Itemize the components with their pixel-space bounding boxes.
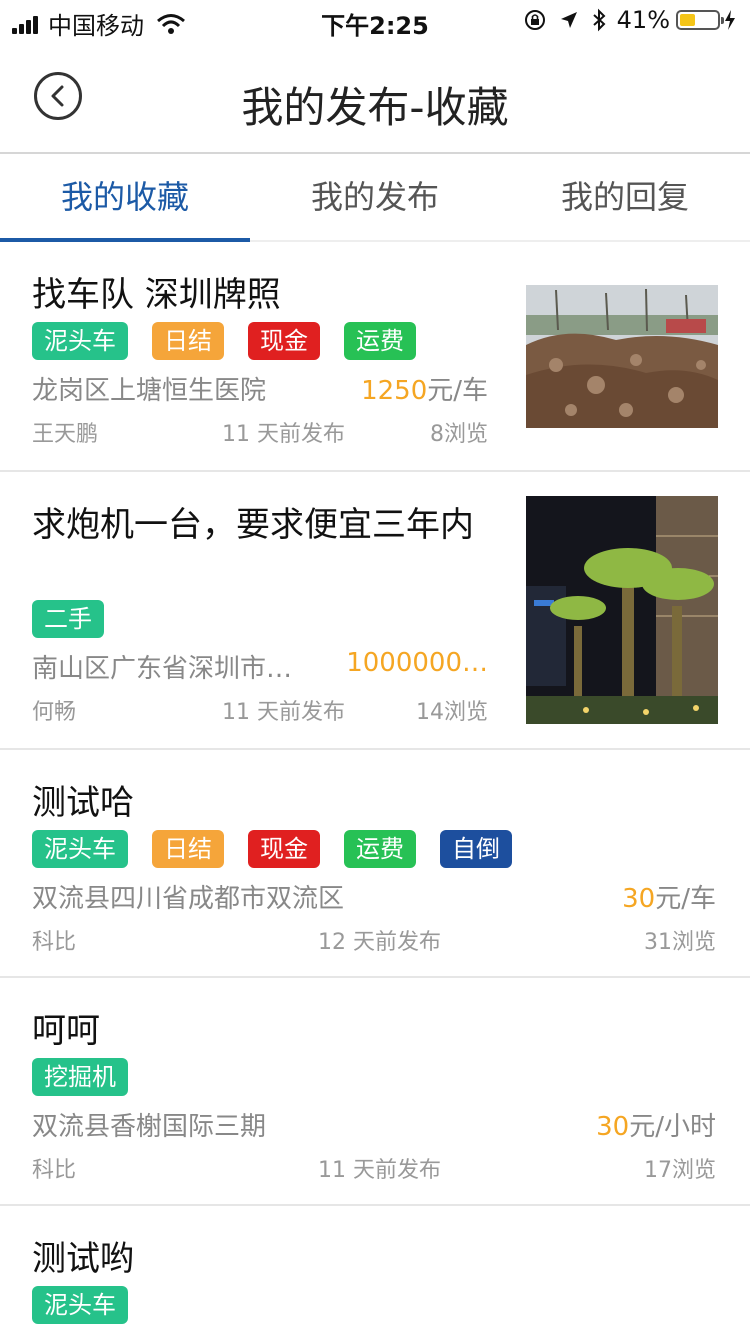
item-views: 17浏览	[644, 1158, 716, 1183]
tag: 二手	[32, 600, 104, 638]
item-views: 31浏览	[644, 930, 716, 955]
item-address: 双流县香榭国际三期	[32, 1112, 267, 1142]
list-item[interactable]: 求炮机一台，要求便宜三年内 二手 南山区广东省深圳市… 1000000… 何畅 …	[0, 472, 750, 750]
tag-list: 泥头车 日结 现金 运费	[32, 322, 440, 360]
item-title: 求炮机一台，要求便宜三年内	[32, 505, 474, 545]
item-time: 12 天前发布	[318, 930, 441, 955]
location-icon	[560, 12, 577, 28]
item-time: 11 天前发布	[222, 422, 345, 447]
tag: 挖掘机	[32, 1058, 128, 1096]
tag-list: 泥头车 日结 现金 运费 自倒	[32, 830, 536, 868]
tab-my-replies[interactable]: 我的回复	[500, 154, 750, 240]
item-price: 30元/小时	[596, 1106, 716, 1143]
tag-list: 二手	[32, 600, 128, 638]
tag: 现金	[248, 322, 320, 360]
favorites-list: 找车队 深圳牌照 泥头车 日结 现金 运费 龙岗区上塘恒生医院 1250元/车 …	[0, 242, 750, 1336]
charging-icon	[725, 10, 735, 30]
price-value: 30	[596, 1112, 630, 1142]
list-item[interactable]: 呵呵 挖掘机 双流县香榭国际三期 30元/小时 科比 11 天前发布 17浏览	[0, 978, 750, 1206]
status-bar: 中国移动 下午2:25 41%	[0, 0, 750, 40]
item-user: 王天鹏	[32, 422, 99, 447]
tag: 自倒	[440, 830, 512, 868]
price-unit: 元/车	[655, 884, 716, 914]
item-title: 找车队 深圳牌照	[32, 275, 281, 315]
item-address: 南山区广东省深圳市…	[32, 654, 293, 684]
tag: 现金	[248, 830, 320, 868]
tag: 运费	[344, 830, 416, 868]
nav-bar: 我的发布-收藏	[0, 40, 750, 154]
tag: 泥头车	[32, 830, 128, 868]
item-title: 测试哟	[32, 1239, 134, 1279]
construction-dirt-photo	[526, 285, 718, 428]
price-value: 30	[622, 884, 656, 914]
tab-my-posts[interactable]: 我的发布	[250, 154, 500, 240]
item-user: 何畅	[32, 700, 77, 725]
item-user: 科比	[32, 930, 77, 955]
item-address: 双流县四川省成都市双流区	[32, 884, 345, 914]
list-item[interactable]: 找车队 深圳牌照 泥头车 日结 现金 运费 龙岗区上塘恒生医院 1250元/车 …	[0, 242, 750, 472]
tag: 运费	[344, 322, 416, 360]
list-item[interactable]: 测试哟 泥头车	[0, 1206, 750, 1336]
item-user: 科比	[32, 1158, 77, 1183]
tag: 泥头车	[32, 1286, 128, 1324]
item-address: 龙岗区上塘恒生医院	[32, 376, 267, 406]
price-value: 1000000…	[346, 648, 488, 678]
page-title: 我的发布-收藏	[241, 83, 509, 132]
tag: 泥头车	[32, 322, 128, 360]
price-unit: 元/车	[427, 376, 488, 406]
item-price: 1000000…	[346, 648, 488, 678]
tab-favorites[interactable]: 我的收藏	[0, 154, 250, 242]
bluetooth-icon	[592, 8, 606, 32]
item-views: 14浏览	[416, 700, 488, 725]
tag: 日结	[152, 830, 224, 868]
item-price: 1250元/车	[361, 370, 488, 407]
battery-percent: 41%	[616, 6, 670, 34]
tab-bar: 我的收藏 我的发布 我的回复	[0, 154, 750, 242]
tag-list: 泥头车	[32, 1286, 152, 1324]
list-item[interactable]: 测试哈 泥头车 日结 现金 运费 自倒 双流县四川省成都市双流区 30元/车 科…	[0, 750, 750, 978]
item-title: 测试哈	[32, 783, 134, 823]
item-price: 30元/车	[622, 878, 716, 915]
item-title: 呵呵	[32, 1011, 100, 1051]
price-unit: 元/小时	[629, 1112, 716, 1142]
palm-trees-night-photo	[526, 496, 718, 724]
tag-list: 挖掘机	[32, 1058, 152, 1096]
price-value: 1250	[361, 376, 428, 406]
item-time: 11 天前发布	[222, 700, 345, 725]
item-views: 8浏览	[430, 422, 488, 447]
battery-icon	[676, 10, 724, 30]
rotation-lock-icon	[524, 10, 545, 30]
item-time: 11 天前发布	[318, 1158, 441, 1183]
tag: 日结	[152, 322, 224, 360]
